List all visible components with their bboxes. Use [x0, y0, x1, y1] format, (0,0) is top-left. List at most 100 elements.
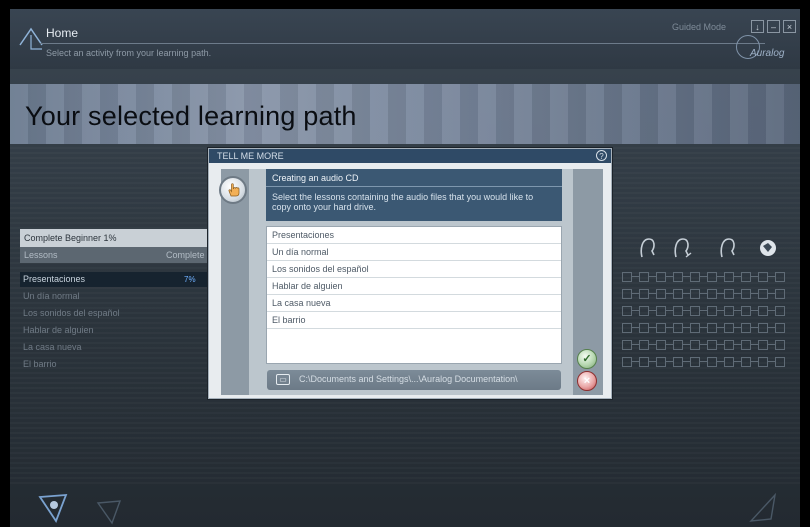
progress-cell[interactable] — [639, 357, 649, 367]
progress-cell[interactable] — [690, 323, 700, 333]
progress-connector — [751, 276, 758, 277]
progress-cell[interactable] — [758, 323, 768, 333]
progress-cell[interactable] — [758, 306, 768, 316]
progress-cell[interactable] — [758, 357, 768, 367]
download-button[interactable]: ↓ — [751, 20, 764, 33]
progress-cell[interactable] — [639, 289, 649, 299]
lesson-item[interactable]: La casa nueva — [20, 340, 210, 355]
lesson-list[interactable]: Presentaciones Un día normal Los sonidos… — [266, 226, 562, 364]
progress-cell[interactable] — [741, 357, 751, 367]
hand-pointer-button[interactable] — [219, 176, 247, 204]
progress-cell[interactable] — [656, 340, 666, 350]
progress-cell[interactable] — [656, 357, 666, 367]
progress-cell[interactable] — [707, 272, 717, 282]
progress-cell[interactable] — [622, 306, 632, 316]
progress-cell[interactable] — [741, 289, 751, 299]
compass-icon[interactable] — [36, 491, 70, 525]
progress-connector — [700, 276, 707, 277]
progress-cell[interactable] — [724, 272, 734, 282]
hand-pointer-icon — [228, 183, 240, 197]
info-title: Creating an audio CD — [272, 173, 359, 183]
folder-icon[interactable]: ▭ — [276, 374, 290, 385]
list-item[interactable]: Un día normal — [267, 244, 561, 261]
progress-cell[interactable] — [775, 289, 785, 299]
progress-cell[interactable] — [775, 272, 785, 282]
progress-cell[interactable] — [758, 289, 768, 299]
progress-cell[interactable] — [622, 340, 632, 350]
help-button[interactable]: ? — [596, 150, 607, 161]
face-speak-icon[interactable] — [638, 235, 658, 261]
list-item[interactable]: Los sonidos del español — [267, 261, 561, 278]
globe-icon[interactable] — [758, 235, 778, 261]
col-lessons: Lessons — [24, 250, 58, 260]
progress-cell[interactable] — [639, 272, 649, 282]
progress-cell[interactable] — [622, 323, 632, 333]
progress-cell[interactable] — [673, 289, 683, 299]
list-item[interactable]: La casa nueva — [267, 295, 561, 312]
progress-cell[interactable] — [673, 323, 683, 333]
progress-cell[interactable] — [690, 272, 700, 282]
ok-button[interactable]: ✓ — [577, 349, 597, 369]
progress-cell[interactable] — [690, 306, 700, 316]
progress-cell[interactable] — [707, 289, 717, 299]
progress-cell[interactable] — [724, 340, 734, 350]
minimize-button[interactable]: – — [767, 20, 780, 33]
progress-cell[interactable] — [639, 306, 649, 316]
progress-cell[interactable] — [656, 272, 666, 282]
face-repeat-icon[interactable] — [718, 235, 738, 261]
progress-connector — [734, 310, 741, 311]
progress-cell[interactable] — [707, 340, 717, 350]
list-item[interactable]: El barrio — [267, 312, 561, 329]
progress-cell[interactable] — [622, 272, 632, 282]
banner-title: Your selected learning path — [25, 101, 357, 131]
progress-cell[interactable] — [656, 289, 666, 299]
next-arrow-icon[interactable] — [745, 491, 779, 525]
progress-cell[interactable] — [622, 357, 632, 367]
lesson-item[interactable]: Presentaciones 7% — [20, 272, 210, 287]
progress-cell[interactable] — [724, 289, 734, 299]
progress-cell[interactable] — [724, 357, 734, 367]
progress-cell[interactable] — [673, 357, 683, 367]
progress-cell[interactable] — [656, 323, 666, 333]
progress-cell[interactable] — [758, 272, 768, 282]
progress-cell[interactable] — [690, 357, 700, 367]
face-listen-icon[interactable] — [672, 235, 692, 261]
lesson-item[interactable]: El barrio — [20, 357, 210, 372]
list-item[interactable]: Hablar de alguien — [267, 278, 561, 295]
progress-cell[interactable] — [741, 340, 751, 350]
destination-path-bar[interactable]: ▭ C:\Documents and Settings\...\Auralog … — [267, 370, 561, 390]
progress-connector — [751, 344, 758, 345]
progress-cell[interactable] — [639, 323, 649, 333]
progress-cell[interactable] — [775, 357, 785, 367]
progress-cell[interactable] — [741, 272, 751, 282]
progress-cell[interactable] — [707, 306, 717, 316]
progress-cell[interactable] — [690, 340, 700, 350]
lesson-item[interactable]: Hablar de alguien — [20, 323, 210, 338]
progress-cell[interactable] — [724, 306, 734, 316]
lesson-item[interactable]: Los sonidos del español — [20, 306, 210, 321]
lesson-item[interactable]: Un día normal — [20, 289, 210, 304]
progress-cell[interactable] — [673, 306, 683, 316]
cancel-button[interactable]: × — [577, 371, 597, 391]
progress-cell[interactable] — [622, 289, 632, 299]
home-arrow-icon[interactable] — [18, 23, 44, 53]
progress-cell[interactable] — [775, 323, 785, 333]
progress-cell[interactable] — [724, 323, 734, 333]
progress-cell[interactable] — [741, 306, 751, 316]
progress-cell[interactable] — [707, 323, 717, 333]
progress-cell[interactable] — [707, 357, 717, 367]
progress-cell[interactable] — [741, 323, 751, 333]
progress-cell[interactable] — [673, 340, 683, 350]
progress-cell[interactable] — [758, 340, 768, 350]
progress-cell[interactable] — [690, 289, 700, 299]
scale-icon[interactable] — [94, 497, 124, 525]
progress-cell[interactable] — [656, 306, 666, 316]
progress-cell[interactable] — [639, 340, 649, 350]
lessons-header: Lessons Complete — [20, 247, 210, 263]
col-complete: Complete — [166, 250, 205, 260]
close-button[interactable]: × — [783, 20, 796, 33]
progress-cell[interactable] — [775, 306, 785, 316]
progress-cell[interactable] — [673, 272, 683, 282]
progress-cell[interactable] — [775, 340, 785, 350]
list-item[interactable]: Presentaciones — [267, 227, 561, 244]
